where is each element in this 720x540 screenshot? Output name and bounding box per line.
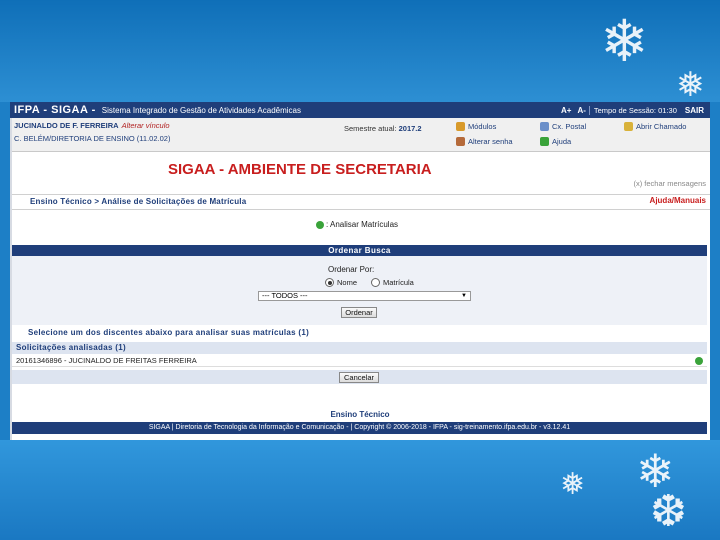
radio-matricula[interactable] <box>371 278 381 287</box>
analyze-icon[interactable] <box>695 357 703 365</box>
brand-logo: IFPA - SIGAA - <box>14 104 96 116</box>
title-area: SIGAA - AMBIENTE DE SECRETARIA (x) fecha… <box>10 152 710 194</box>
mailbox-button[interactable]: Cx. Postal <box>540 122 586 131</box>
open-ticket-button[interactable]: Abrir Chamado <box>624 122 686 131</box>
breadcrumb: Ensino Técnico > Análise de Solicitações… <box>30 197 247 206</box>
semester-info: Semestre atual: 2017.2 <box>344 124 422 133</box>
order-by-label: Ordenar Por: <box>328 265 375 274</box>
semester-label: Semestre atual: <box>344 124 397 133</box>
results-instruction: Selecione um dos discentes abaixo para a… <box>28 328 310 337</box>
system-name: Sistema Integrado de Gestão de Atividade… <box>101 105 301 115</box>
font-increase-button[interactable]: A+ <box>558 106 574 115</box>
mailbox-icon <box>540 122 549 131</box>
breadcrumb-bar: Ensino Técnico > Análise de Solicitações… <box>10 194 710 210</box>
analyze-legend: : Analisar Matrículas <box>316 220 398 229</box>
radio-name-label: Nome <box>337 278 358 287</box>
order-search-header: Ordenar Busca <box>12 245 707 256</box>
snowflake-icon: ❆ <box>650 486 687 537</box>
order-radio-group: Nome Matrícula <box>325 278 414 287</box>
help-manuals-link[interactable]: Ajuda/Manuais <box>650 196 706 205</box>
slide-background-bottom <box>0 440 720 540</box>
order-button[interactable]: Ordenar <box>341 307 377 318</box>
chevron-down-icon: ▼ <box>461 293 467 299</box>
modules-button[interactable]: Módulos <box>456 122 496 131</box>
logout-button[interactable]: SAIR <box>681 106 710 115</box>
snowflake-icon: ❅ <box>560 467 586 502</box>
user-name: JUCINALDO DE F. FERREIRA Alterar vínculo <box>14 121 170 130</box>
change-password-button[interactable]: Alterar senha <box>456 137 513 146</box>
analyzed-header: Solicitações analisadas (1) <box>12 342 707 354</box>
password-icon <box>456 137 465 146</box>
user-info-bar: JUCINALDO DE F. FERREIRA Alterar vínculo … <box>10 118 710 152</box>
snowflake-icon: ❄ <box>600 7 649 75</box>
user-unit: C. BELÉM/DIRETORIA DE ENSINO (11.02.02) <box>14 134 171 143</box>
ticket-icon <box>624 122 633 131</box>
module-footer-label: Ensino Técnico <box>330 410 390 419</box>
table-row: 20161346896 - JUCINALDO DE FREITAS FERRE… <box>12 355 707 367</box>
cancel-button[interactable]: Cancelar <box>339 372 379 383</box>
top-bar: IFPA - SIGAA - Sistema Integrado de Gest… <box>10 102 710 118</box>
radio-matricula-label: Matrícula <box>383 278 414 287</box>
modules-icon <box>456 122 465 131</box>
snowflake-icon: ❅ <box>676 65 705 105</box>
sigaa-screenshot: IFPA - SIGAA - Sistema Integrado de Gest… <box>10 102 710 440</box>
radio-name[interactable] <box>325 278 334 287</box>
semester-value: 2017.2 <box>398 124 422 133</box>
font-decrease-button[interactable]: A- <box>574 106 588 115</box>
environment-title: SIGAA - AMBIENTE DE SECRETARIA <box>168 161 432 178</box>
session-time: Tempo de Sessão: 01:30 <box>588 105 681 115</box>
page-footer: SIGAA | Diretoria de Tecnologia da Infor… <box>12 422 707 434</box>
close-messages-link[interactable]: (x) fechar mensagens <box>633 179 706 188</box>
analyze-icon <box>316 220 324 229</box>
help-button[interactable]: Ajuda <box>540 137 571 146</box>
help-icon <box>540 137 549 146</box>
filter-select[interactable]: --- TODOS --- ▼ <box>258 291 471 301</box>
change-link[interactable]: Alterar vínculo <box>122 121 170 130</box>
